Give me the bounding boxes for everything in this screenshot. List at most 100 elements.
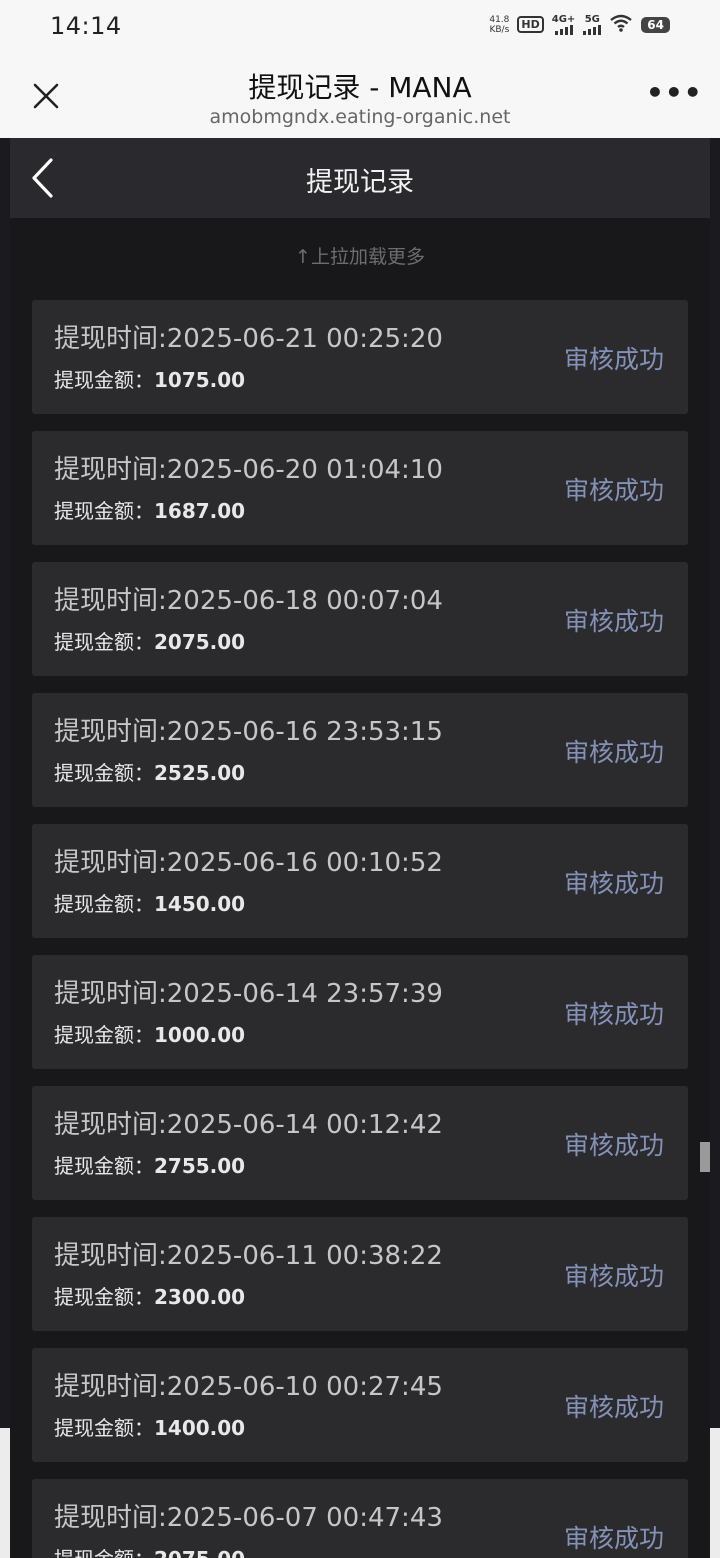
withdrawal-amount-value: 1400.00: [154, 1416, 246, 1440]
review-status-badge: 审核成功: [563, 1000, 664, 1029]
withdrawal-amount-label: 提现金额：: [54, 630, 154, 654]
withdrawal-time: 提现时间:2025-06-20 01:04:10: [54, 449, 443, 486]
withdrawal-time-label: 提现时间:: [54, 1241, 167, 1271]
review-status-badge: 审核成功: [563, 1131, 664, 1160]
withdrawal-time-value: 2025-06-07 00:47:43: [166, 1503, 443, 1533]
battery-icon: 64: [641, 16, 670, 33]
withdrawal-amount-label: 提现金额：: [54, 761, 154, 785]
browser-toolbar: 提现记录 - MANA amobmgndx.eating-organic.net…: [0, 56, 720, 138]
network-4g-label: 4G+: [551, 13, 576, 25]
withdrawal-amount-label: 提现金额：: [54, 368, 154, 392]
withdrawal-time-value: 2025-06-16 00:10:52: [166, 848, 443, 878]
withdrawal-record-card[interactable]: 提现时间:2025-06-11 00:38:22 提现金额：2300.00 审核成功: [32, 1217, 688, 1331]
withdrawal-time: 提现时间:2025-06-18 00:07:04: [54, 580, 443, 617]
withdrawal-amount-value: 2300.00: [154, 1285, 246, 1309]
scrollbar-thumb[interactable]: [700, 1142, 710, 1172]
withdrawal-amount: 提现金额：1075.00: [54, 364, 245, 393]
withdrawal-time-label: 提现时间:: [54, 848, 167, 878]
withdrawal-amount: 提现金额：2525.00: [54, 757, 245, 786]
withdrawal-time-value: 2025-06-10 00:27:45: [166, 1372, 443, 1402]
network-5g-label: 5G: [584, 13, 600, 25]
withdrawal-time: 提现时间:2025-06-10 00:27:45: [54, 1366, 443, 1403]
withdrawal-time: 提现时间:2025-06-16 00:10:52: [54, 842, 443, 879]
withdrawal-time-value: 2025-06-21 00:25:20: [166, 324, 443, 354]
signal-bars-icon: [583, 24, 602, 35]
withdrawal-amount-value: 2075.00: [154, 630, 246, 654]
more-menu-button[interactable]: •••: [646, 76, 702, 116]
review-status-badge: 审核成功: [563, 1524, 664, 1553]
withdrawal-amount-label: 提现金额：: [54, 1547, 154, 1558]
withdrawal-amount: 提现金额：2755.00: [54, 1150, 245, 1179]
withdrawal-time: 提现时间:2025-06-11 00:38:22: [54, 1235, 443, 1272]
withdrawal-records-page[interactable]: 提现记录 ↑上拉加载更多 提现时间:2025-06-21 00:25:20 提现金…: [10, 138, 710, 1558]
withdrawal-time-label: 提现时间:: [54, 1503, 167, 1533]
wifi-icon: [609, 14, 633, 35]
review-status-badge: 审核成功: [563, 476, 664, 505]
browser-url: amobmgndx.eating-organic.net: [209, 106, 511, 128]
withdrawal-amount-label: 提现金额：: [54, 892, 154, 916]
signal-5g-icon: 5G: [583, 13, 602, 35]
review-status-badge: 审核成功: [563, 607, 664, 636]
pull-to-load-hint: ↑上拉加载更多: [295, 246, 425, 268]
withdrawal-time-label: 提现时间:: [54, 324, 167, 354]
signal-bars-icon: [554, 24, 573, 35]
withdrawal-record-card[interactable]: 提现时间:2025-06-07 00:47:43 提现金额：2075.00 审核成功: [32, 1479, 688, 1558]
withdrawal-time-value: 2025-06-11 00:38:22: [166, 1241, 443, 1271]
withdrawal-amount-value: 1687.00: [154, 499, 246, 523]
withdrawal-time-label: 提现时间:: [54, 717, 167, 747]
withdrawal-record-card[interactable]: 提现时间:2025-06-16 23:53:15 提现金额：2525.00 审核成功: [32, 693, 688, 807]
review-status-badge: 审核成功: [563, 1393, 664, 1422]
withdrawal-time-label: 提现时间:: [54, 1372, 167, 1402]
review-status-badge: 审核成功: [563, 1262, 664, 1291]
withdrawal-time: 提现时间:2025-06-14 23:57:39: [54, 973, 443, 1010]
withdrawal-amount-value: 1450.00: [154, 892, 246, 916]
review-status-badge: 审核成功: [563, 345, 664, 374]
withdrawal-time-value: 2025-06-20 01:04:10: [166, 455, 443, 485]
withdrawal-record-card[interactable]: 提现时间:2025-06-16 00:10:52 提现金额：1450.00 审核成功: [32, 824, 688, 938]
network-speed-unit: KB/s: [489, 24, 510, 35]
webview: 提现记录 ↑上拉加载更多 提现时间:2025-06-21 00:25:20 提现金…: [0, 138, 720, 1558]
withdrawal-amount-value: 2755.00: [154, 1154, 246, 1178]
withdrawal-time: 提现时间:2025-06-07 00:47:43: [54, 1497, 443, 1534]
withdrawal-amount: 提现金额：1687.00: [54, 495, 245, 524]
hd-icon: HD: [517, 16, 544, 33]
withdrawal-time-value: 2025-06-14 23:57:39: [166, 979, 443, 1009]
withdrawal-amount-label: 提现金额：: [54, 1023, 154, 1047]
withdrawal-time-value: 2025-06-14 00:12:42: [166, 1110, 443, 1140]
withdrawal-record-card[interactable]: 提现时间:2025-06-10 00:27:45 提现金额：1400.00 审核成功: [32, 1348, 688, 1462]
withdrawal-amount-value: 2525.00: [154, 761, 246, 785]
withdrawal-time-value: 2025-06-18 00:07:04: [166, 586, 443, 616]
withdrawal-time-label: 提现时间:: [54, 455, 167, 485]
withdrawal-record-card[interactable]: 提现时间:2025-06-14 23:57:39 提现金额：1000.00 审核成功: [32, 955, 688, 1069]
withdrawal-amount-label: 提现金额：: [54, 1154, 154, 1178]
withdrawal-amount: 提现金额：1450.00: [54, 888, 245, 917]
withdrawal-amount-label: 提现金额：: [54, 1416, 154, 1440]
withdrawal-time: 提现时间:2025-06-21 00:25:20: [54, 318, 443, 355]
withdrawal-time-label: 提现时间:: [54, 1110, 167, 1140]
status-bar: 14:14 41.8 KB/s HD 4G+ 5G 64: [0, 0, 720, 56]
withdrawal-amount: 提现金额：2300.00: [54, 1281, 245, 1310]
withdrawal-record-list: 提现时间:2025-06-21 00:25:20 提现金额：1075.00 审核成功…: [32, 300, 688, 1558]
withdrawal-record-card[interactable]: 提现时间:2025-06-18 00:07:04 提现金额：2075.00 审核成功: [32, 562, 688, 676]
network-speed-value: 41.8: [489, 14, 510, 25]
withdrawal-record-card[interactable]: 提现时间:2025-06-20 01:04:10 提现金额：1687.00 审核成功: [32, 431, 688, 545]
withdrawal-amount: 提现金额：2075.00: [54, 1543, 245, 1558]
app-header: 提现记录: [10, 138, 710, 218]
status-icons: 41.8 KB/s HD 4G+ 5G 64: [489, 14, 670, 35]
review-status-badge: 审核成功: [563, 738, 664, 767]
browser-page-title: 提现记录 - MANA: [248, 71, 472, 104]
withdrawal-amount-value: 1075.00: [154, 368, 246, 392]
withdrawal-record-card[interactable]: 提现时间:2025-06-14 00:12:42 提现金额：2755.00 审核成功: [32, 1086, 688, 1200]
withdrawal-time: 提现时间:2025-06-16 23:53:15: [54, 711, 443, 748]
withdrawal-amount: 提现金额：2075.00: [54, 626, 245, 655]
withdrawal-amount-value: 2075.00: [154, 1547, 245, 1558]
withdrawal-amount-label: 提现金额：: [54, 1285, 154, 1309]
signal-4g-icon: 4G+: [551, 13, 576, 35]
withdrawal-time-label: 提现时间:: [54, 586, 167, 616]
withdrawal-amount-value: 1000.00: [154, 1023, 246, 1047]
page-title: 提现记录: [306, 167, 414, 198]
withdrawal-amount: 提现金额：1000.00: [54, 1019, 245, 1048]
status-time: 14:14: [50, 12, 122, 40]
withdrawal-time: 提现时间:2025-06-14 00:12:42: [54, 1104, 443, 1141]
withdrawal-record-card[interactable]: 提现时间:2025-06-21 00:25:20 提现金额：1075.00 审核成功: [32, 300, 688, 414]
